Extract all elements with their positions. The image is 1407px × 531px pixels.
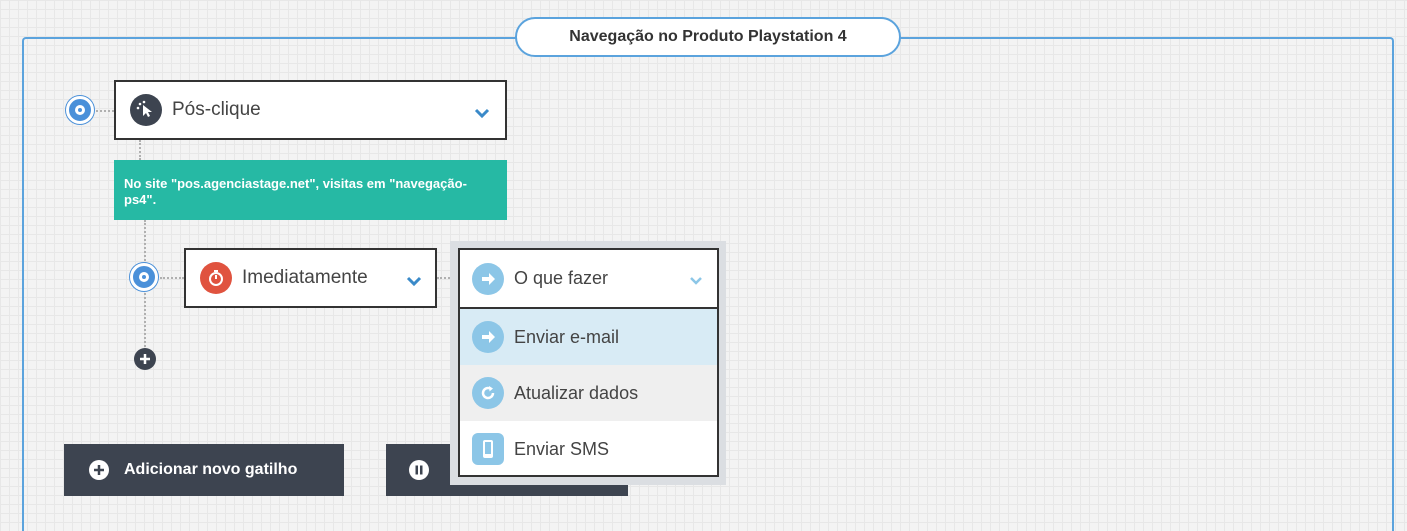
stopwatch-icon: [200, 262, 232, 294]
pause-icon: [409, 460, 429, 480]
arrow-right-icon: [472, 321, 504, 353]
plus-circle-icon: [89, 460, 109, 480]
connector: [144, 293, 146, 347]
trigger-select[interactable]: Pós-clique: [114, 80, 507, 140]
cursor-click-icon: [130, 94, 162, 126]
action-option-label: Enviar e-mail: [514, 326, 620, 347]
action-option-email[interactable]: Enviar e-mail: [460, 309, 717, 365]
add-trigger-button[interactable]: Adicionar novo gatilho: [64, 444, 344, 496]
trigger-settings-button[interactable]: [66, 96, 94, 124]
gear-icon: [139, 272, 149, 282]
timer-select[interactable]: Imediatamente: [184, 248, 437, 308]
add-step-button[interactable]: [134, 348, 156, 370]
gear-icon: [75, 105, 85, 115]
add-trigger-label: Adicionar novo gatilho: [124, 461, 298, 478]
plus-icon: [140, 354, 150, 364]
action-option-sms[interactable]: Enviar SMS: [460, 421, 717, 477]
timer-label: Imediatamente: [242, 267, 368, 288]
connector: [160, 277, 184, 279]
timer-settings-button[interactable]: [130, 263, 158, 291]
connector: [96, 110, 114, 112]
phone-icon: [472, 433, 504, 465]
trigger-label: Pós-clique: [172, 99, 261, 120]
trigger-description: No site "pos.agenciastage.net", visitas …: [114, 160, 507, 220]
action-select-header[interactable]: O que fazer: [460, 250, 717, 309]
chevron-down-icon: [474, 108, 490, 119]
action-select[interactable]: O que fazer Enviar e-mail Atualizar dado…: [458, 248, 719, 477]
action-option-label: Atualizar dados: [514, 382, 639, 403]
arrow-right-icon: [472, 262, 504, 295]
flow-title[interactable]: Navegação no Produto Playstation 4: [515, 17, 901, 57]
chevron-down-icon: [406, 276, 422, 287]
connector: [144, 220, 146, 264]
action-placeholder: O que fazer: [514, 268, 609, 288]
action-option-label: Enviar SMS: [514, 438, 610, 459]
action-option-update-data[interactable]: Atualizar dados: [460, 365, 717, 421]
refresh-icon: [472, 377, 504, 409]
chevron-down-icon: [690, 277, 702, 285]
connector: [139, 140, 141, 160]
